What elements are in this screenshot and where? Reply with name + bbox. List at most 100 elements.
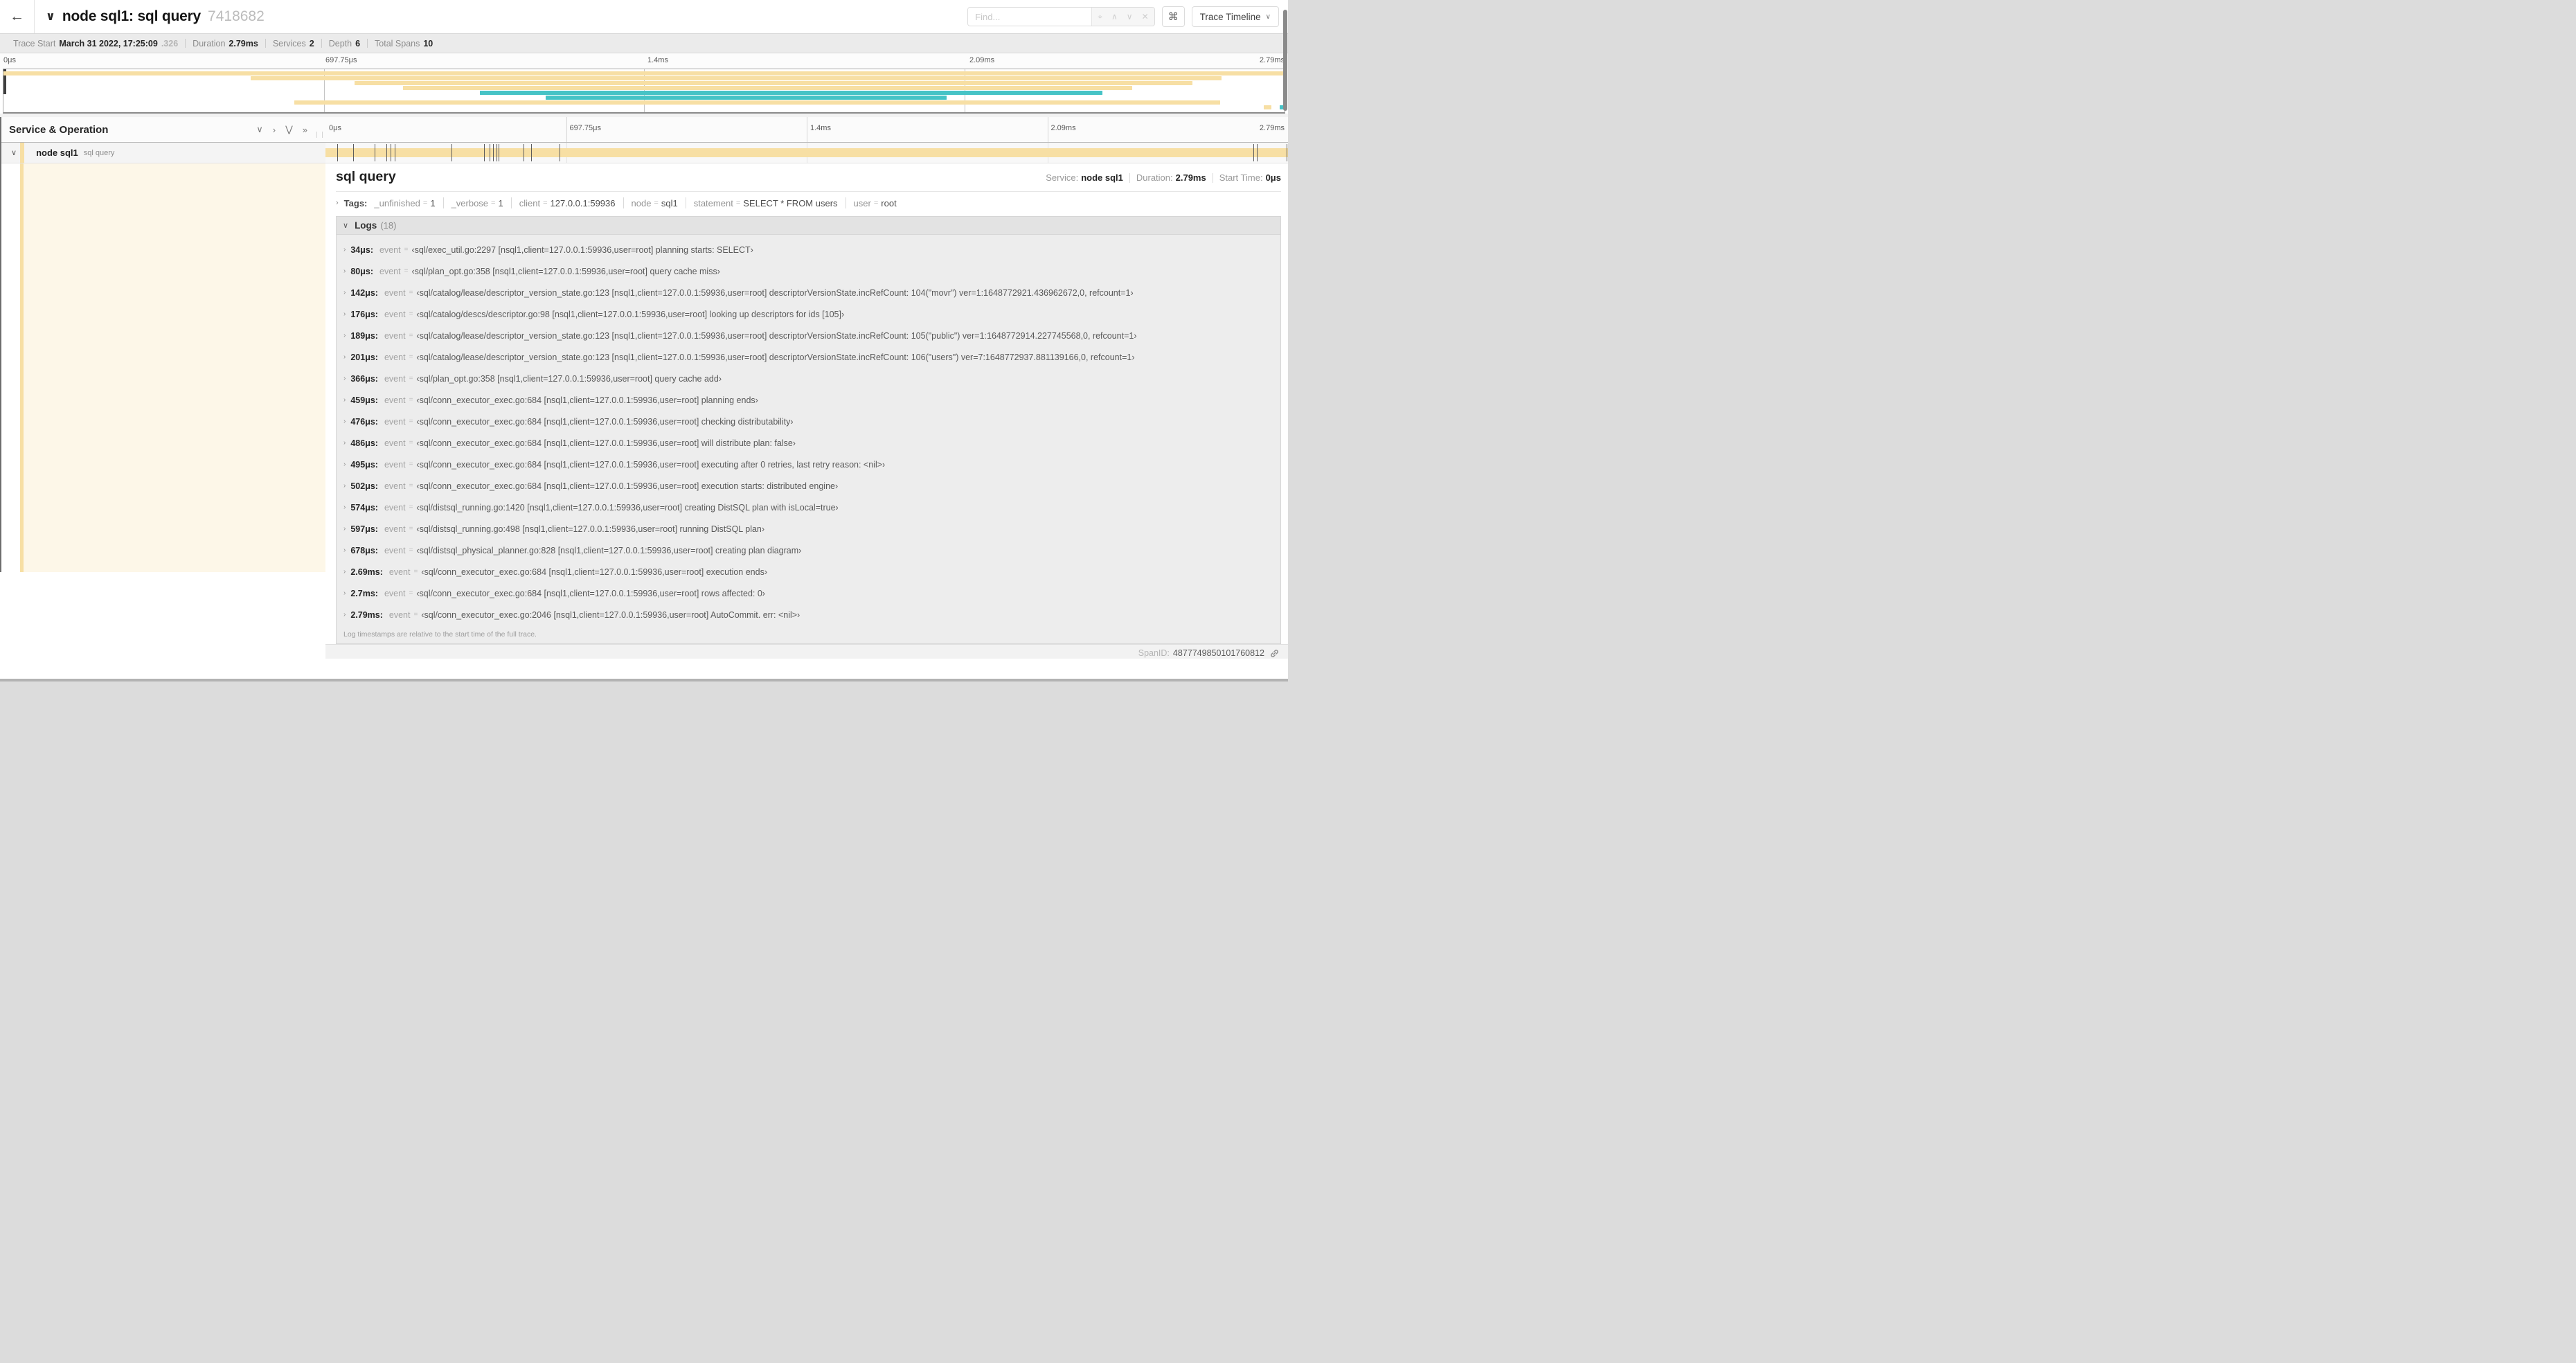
logs-footer-note: Log timestamps are relative to the start… <box>343 630 537 639</box>
log-row[interactable]: › 176μs: event = ‹sql/catalog/descs/descript… <box>337 303 1280 325</box>
trace-info-value: March 31 2022, 17:25:09 <box>59 38 158 48</box>
chevron-right-icon: › <box>343 482 346 490</box>
log-row[interactable]: › 201μs: event = ‹sql/catalog/lease/descript… <box>337 346 1280 368</box>
chevron-down-icon[interactable]: ∨ <box>11 148 17 157</box>
log-row[interactable]: › 80μs: event = ‹sql/plan_opt.go:358 [nsql1,… <box>337 260 1280 282</box>
tag-key: client <box>519 197 541 208</box>
tag-item: client = 127.0.0.1:59936 <box>519 198 616 208</box>
log-marker-tick <box>337 144 338 161</box>
tag-value: 1 <box>498 197 503 208</box>
equals-sign: = <box>873 199 879 207</box>
log-field-name: event <box>388 609 411 620</box>
log-timestamp: 176μs: <box>350 309 378 319</box>
log-row[interactable]: › 459μs: event = ‹sql/conn_executor_exec.go:… <box>337 389 1280 411</box>
span-stat-label: Duration: <box>1136 172 1173 183</box>
log-row[interactable]: › 486μs: event = ‹sql/conn_executor_exec.go:… <box>337 432 1280 454</box>
expand-all-icon[interactable]: » <box>303 125 307 135</box>
tags-row[interactable]: › Tags: _unfinished = 1 _verbose = 1 client = 127.… <box>336 197 1281 208</box>
log-row[interactable]: › 142μs: event = ‹sql/catalog/lease/descript… <box>337 282 1280 303</box>
span-color-accent <box>20 143 24 163</box>
clear-icon[interactable]: ✕ <box>1142 12 1149 21</box>
trace-info-label: Services <box>272 38 306 48</box>
link-icon[interactable] <box>1269 648 1280 659</box>
minimap-span-bar <box>545 96 947 100</box>
chevron-right-icon: › <box>343 267 346 275</box>
span-duration-bar[interactable] <box>325 148 1288 157</box>
trace-info-value: 2.79ms <box>229 38 258 48</box>
trace-info-label: Depth <box>328 38 352 48</box>
log-field-name: event <box>379 244 401 255</box>
trace-info-item: Depth 6 <box>322 39 367 48</box>
equals-sign: = <box>409 546 413 554</box>
find-input[interactable] <box>968 8 1092 26</box>
log-field-name: event <box>384 545 406 555</box>
trace-info-label: Total Spans <box>375 38 420 48</box>
log-row[interactable]: › 366μs: event = ‹sql/plan_opt.go:358 [nsql1… <box>337 368 1280 389</box>
log-field-value: ‹sql/plan_opt.go:358 [nsql1,client=127.0… <box>411 266 720 276</box>
log-field-name: event <box>384 330 406 341</box>
chevron-up-icon[interactable]: ∧ <box>1111 12 1118 21</box>
log-row[interactable]: › 495μs: event = ‹sql/conn_executor_exec.go:… <box>337 454 1280 475</box>
tag-item: node = sql1 <box>632 198 678 208</box>
log-field-value: ‹sql/distsql_running.go:498 [nsql1,clien… <box>416 524 765 534</box>
log-row[interactable]: › 502μs: event = ‹sql/conn_executor_exec.go:… <box>337 475 1280 497</box>
chevron-right-icon: › <box>343 396 346 404</box>
trace-info-item: Trace Start March 31 2022, 17:25:09.326 <box>6 39 185 48</box>
log-row[interactable]: › 2.69ms: event = ‹sql/conn_executor_exec.go… <box>337 561 1280 582</box>
window-bottom-edge <box>0 679 1288 682</box>
equals-sign: = <box>422 199 428 207</box>
column-resize-grip[interactable] <box>316 132 323 138</box>
keyboard-shortcuts-button[interactable]: ⌘ <box>1161 6 1185 27</box>
scrollbar-thumb[interactable] <box>1283 10 1287 111</box>
chevron-right-icon: › <box>343 439 346 447</box>
log-field-name: event <box>384 352 406 362</box>
chevron-down-icon[interactable]: ∨ <box>46 10 55 24</box>
expanded-row-background <box>24 163 325 572</box>
equals-sign: = <box>409 461 413 468</box>
equals-sign: = <box>409 504 413 511</box>
log-row[interactable]: › 574μs: event = ‹sql/distsql_running.go:142… <box>337 497 1280 518</box>
equals-sign: = <box>409 310 413 318</box>
view-menu-button[interactable]: Trace Timeline ∨ <box>1191 6 1279 27</box>
log-row[interactable]: › 34μs: event = ‹sql/exec_util.go:2297 [nsql… <box>337 239 1280 260</box>
view-menu-label: Trace Timeline <box>1199 11 1261 22</box>
span-operation-name: sql query <box>83 148 115 157</box>
collapse-one-icon[interactable]: ∨ <box>256 124 263 135</box>
collapse-all-icon[interactable]: ⋁ <box>285 124 293 135</box>
span-stat-label: Service: <box>1046 172 1079 183</box>
timeline-header: Service & Operation ∨ › ⋁ » 0μs 697.75μs 1.4m… <box>1 117 1288 143</box>
log-field-value: ‹sql/plan_opt.go:358 [nsql1,client=127.0… <box>416 373 722 384</box>
log-field-name: event <box>384 416 406 427</box>
log-field-value: ‹sql/conn_executor_exec.go:2046 [nsql1,c… <box>421 609 800 620</box>
log-row[interactable]: › 2.7ms: event = ‹sql/conn_executor_exec.go:… <box>337 582 1280 604</box>
back-button[interactable]: ← <box>0 0 35 33</box>
span-detail-stats: Service: node sql1 Duration: 2.79ms Start Ti… <box>1046 172 1281 183</box>
trace-info-item: Services 2 <box>266 39 321 48</box>
span-stat: Service: node sql1 <box>1046 172 1123 183</box>
log-row[interactable]: › 678μs: event = ‹sql/distsql_physical_plann… <box>337 540 1280 561</box>
chevron-right-icon: › <box>343 525 346 533</box>
span-row-track[interactable] <box>325 143 1288 163</box>
span-stat-value: 0μs <box>1265 172 1281 183</box>
logs-header[interactable]: ∨ Logs (18) <box>337 217 1280 235</box>
span-row[interactable]: ∨ node sql1 sql query <box>1 143 1288 163</box>
logs-panel: ∨ Logs (18) › 34μs: event = ‹sql/exec_util.g… <box>336 216 1281 644</box>
log-row[interactable]: › 2.79ms: event = ‹sql/conn_executor_exec.go… <box>337 604 1280 625</box>
equals-sign: = <box>409 396 413 404</box>
logs-title: Logs <box>355 220 377 231</box>
expand-one-icon[interactable]: › <box>273 125 276 135</box>
log-marker-tick <box>352 144 354 161</box>
tag-value: 127.0.0.1:59936 <box>550 197 616 208</box>
span-row-label[interactable]: ∨ node sql1 sql query <box>1 143 325 163</box>
log-field-name: event <box>384 395 406 405</box>
minimap-canvas[interactable] <box>3 69 1285 114</box>
chevron-down-icon[interactable]: ∨ <box>1127 12 1133 21</box>
log-row[interactable]: › 189μs: event = ‹sql/catalog/lease/descript… <box>337 325 1280 346</box>
log-row[interactable]: › 597μs: event = ‹sql/distsql_running.go:498… <box>337 518 1280 540</box>
equals-sign: = <box>409 589 413 597</box>
log-row[interactable]: › 476μs: event = ‹sql/conn_executor_exec.go:… <box>337 411 1280 432</box>
chevron-right-icon: › <box>343 289 346 296</box>
target-icon[interactable]: ⌖ <box>1098 12 1102 22</box>
trace-info-item: Total Spans 10 <box>368 39 440 48</box>
chevron-right-icon: › <box>343 418 346 425</box>
